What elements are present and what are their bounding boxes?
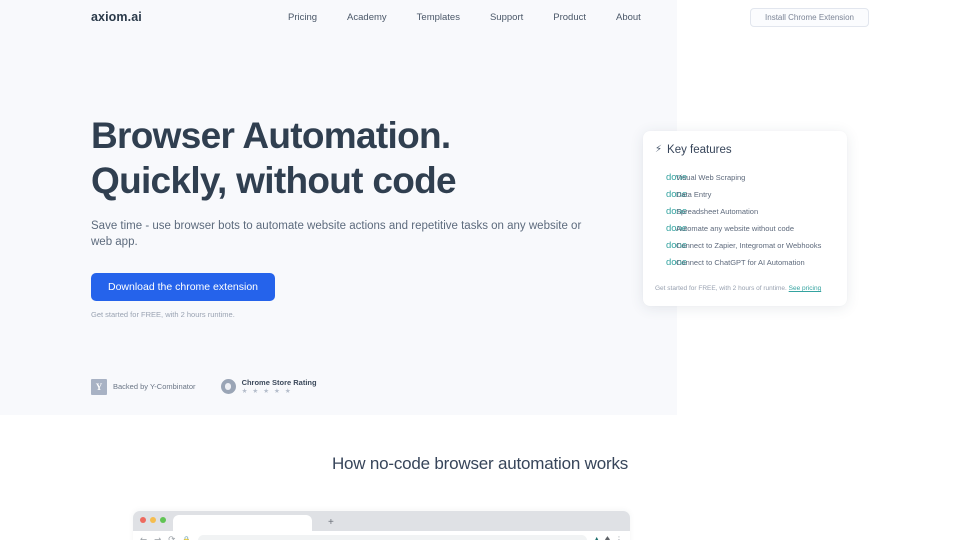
nav-link-about[interactable]: About xyxy=(616,12,641,23)
y-combinator-icon: Y xyxy=(91,378,107,395)
feature-item: done Visual Web Scraping xyxy=(655,169,835,186)
browser-mockup: + ← → ⟳ 🔒 ▲ ♠ ⋮ xyxy=(133,511,630,540)
trust-badges: Y Backed by Y-Combinator Chrome Store Ra… xyxy=(91,378,317,395)
landing-page: axiom.ai Pricing Academy Templates Suppo… xyxy=(0,0,960,540)
extension-icon[interactable]: ♠ xyxy=(604,536,611,540)
chrome-icon xyxy=(220,379,236,394)
feature-label: Connect to Zapier, Integromat or Webhook… xyxy=(676,240,822,250)
y-combinator-label: Backed by Y-Combinator xyxy=(113,382,196,391)
feature-label: Spreadsheet Automation xyxy=(676,206,759,216)
top-navigation: axiom.ai Pricing Academy Templates Suppo… xyxy=(0,0,960,34)
feature-label: Data Entry xyxy=(676,189,712,199)
feature-item: done Automate any website without code xyxy=(655,220,835,237)
puzzle-icon[interactable]: ▲ xyxy=(594,536,600,540)
key-features-heading: ⚡ Key features xyxy=(655,144,835,156)
nav-link-pricing[interactable]: Pricing xyxy=(288,12,317,23)
reload-icon[interactable]: ⟳ xyxy=(168,536,175,540)
menu-dots-icon[interactable]: ⋮ xyxy=(615,536,623,540)
nav-link-product[interactable]: Product xyxy=(553,12,586,23)
feature-label: Visual Web Scraping xyxy=(676,172,746,182)
forward-icon[interactable]: → xyxy=(154,536,161,540)
browser-tab-bar: + xyxy=(133,511,630,531)
badge-chrome-store-rating: Chrome Store Rating ★ ★ ★ ★ ★ xyxy=(220,378,317,395)
feature-item: done Connect to Zapier, Integromat or We… xyxy=(655,237,835,254)
key-features-title-text: Key features xyxy=(667,144,732,156)
back-icon[interactable]: ← xyxy=(140,536,147,540)
card-footer: Get started for FREE, with 2 hours of ru… xyxy=(655,285,821,292)
chrome-store-rating-label: Chrome Store Rating xyxy=(241,378,317,387)
feature-item: done Spreadsheet Automation xyxy=(655,203,835,220)
see-pricing-link[interactable]: See pricing xyxy=(789,285,822,292)
nav-link-support[interactable]: Support xyxy=(490,12,523,23)
star-rating-icon: ★ ★ ★ ★ ★ xyxy=(241,388,293,395)
badge-y-combinator: Y Backed by Y-Combinator xyxy=(91,378,196,395)
close-window-icon[interactable] xyxy=(140,517,146,523)
section-heading: How no-code browser automation works xyxy=(331,454,629,473)
page-title: Browser Automation. Quickly, without cod… xyxy=(91,113,611,203)
url-input[interactable] xyxy=(198,534,587,540)
chrome-rating-text: Chrome Store Rating ★ ★ ★ ★ ★ xyxy=(242,378,317,395)
download-extension-button[interactable]: Download the chrome extension xyxy=(91,273,276,301)
hero-subheading: Save time - use browser bots to automate… xyxy=(91,220,582,248)
feature-label: Automate any website without code xyxy=(676,223,794,233)
key-features-card: ⚡ Key features done Visual Web Scraping … xyxy=(643,131,847,306)
browser-tab[interactable] xyxy=(173,515,312,531)
feature-item: done Data Entry xyxy=(655,186,835,203)
hero-content: Browser Automation. Quickly, without cod… xyxy=(91,113,611,319)
minimize-window-icon[interactable] xyxy=(150,517,156,523)
brand-logo[interactable]: axiom.ai xyxy=(91,10,142,24)
install-chrome-extension-button[interactable]: Install Chrome Extension xyxy=(750,8,869,27)
extension-icons: ▲ ♠ ⋮ xyxy=(594,536,623,540)
nav-links: Pricing Academy Templates Support Produc… xyxy=(288,12,641,23)
lock-icon: 🔒 xyxy=(182,535,192,540)
nav-link-templates[interactable]: Templates xyxy=(417,12,460,23)
lightning-bolt-icon: ⚡ xyxy=(655,144,663,155)
new-tab-button[interactable]: + xyxy=(328,518,334,528)
card-footer-text: Get started for FREE, with 2 hours of ru… xyxy=(655,285,787,292)
window-traffic-lights xyxy=(140,517,166,523)
browser-toolbar: ← → ⟳ 🔒 ▲ ♠ ⋮ xyxy=(133,531,630,540)
headline-line-1: Browser Automation. xyxy=(91,115,451,156)
nav-link-academy[interactable]: Academy xyxy=(347,12,387,23)
maximize-window-icon[interactable] xyxy=(160,517,166,523)
cta-note: Get started for FREE, with 2 hours runti… xyxy=(91,310,235,319)
headline-line-2: Quickly, without code xyxy=(91,160,457,201)
feature-item: done Connect to ChatGPT for AI Automatio… xyxy=(655,254,835,271)
feature-label: Connect to ChatGPT for AI Automation xyxy=(676,257,805,267)
